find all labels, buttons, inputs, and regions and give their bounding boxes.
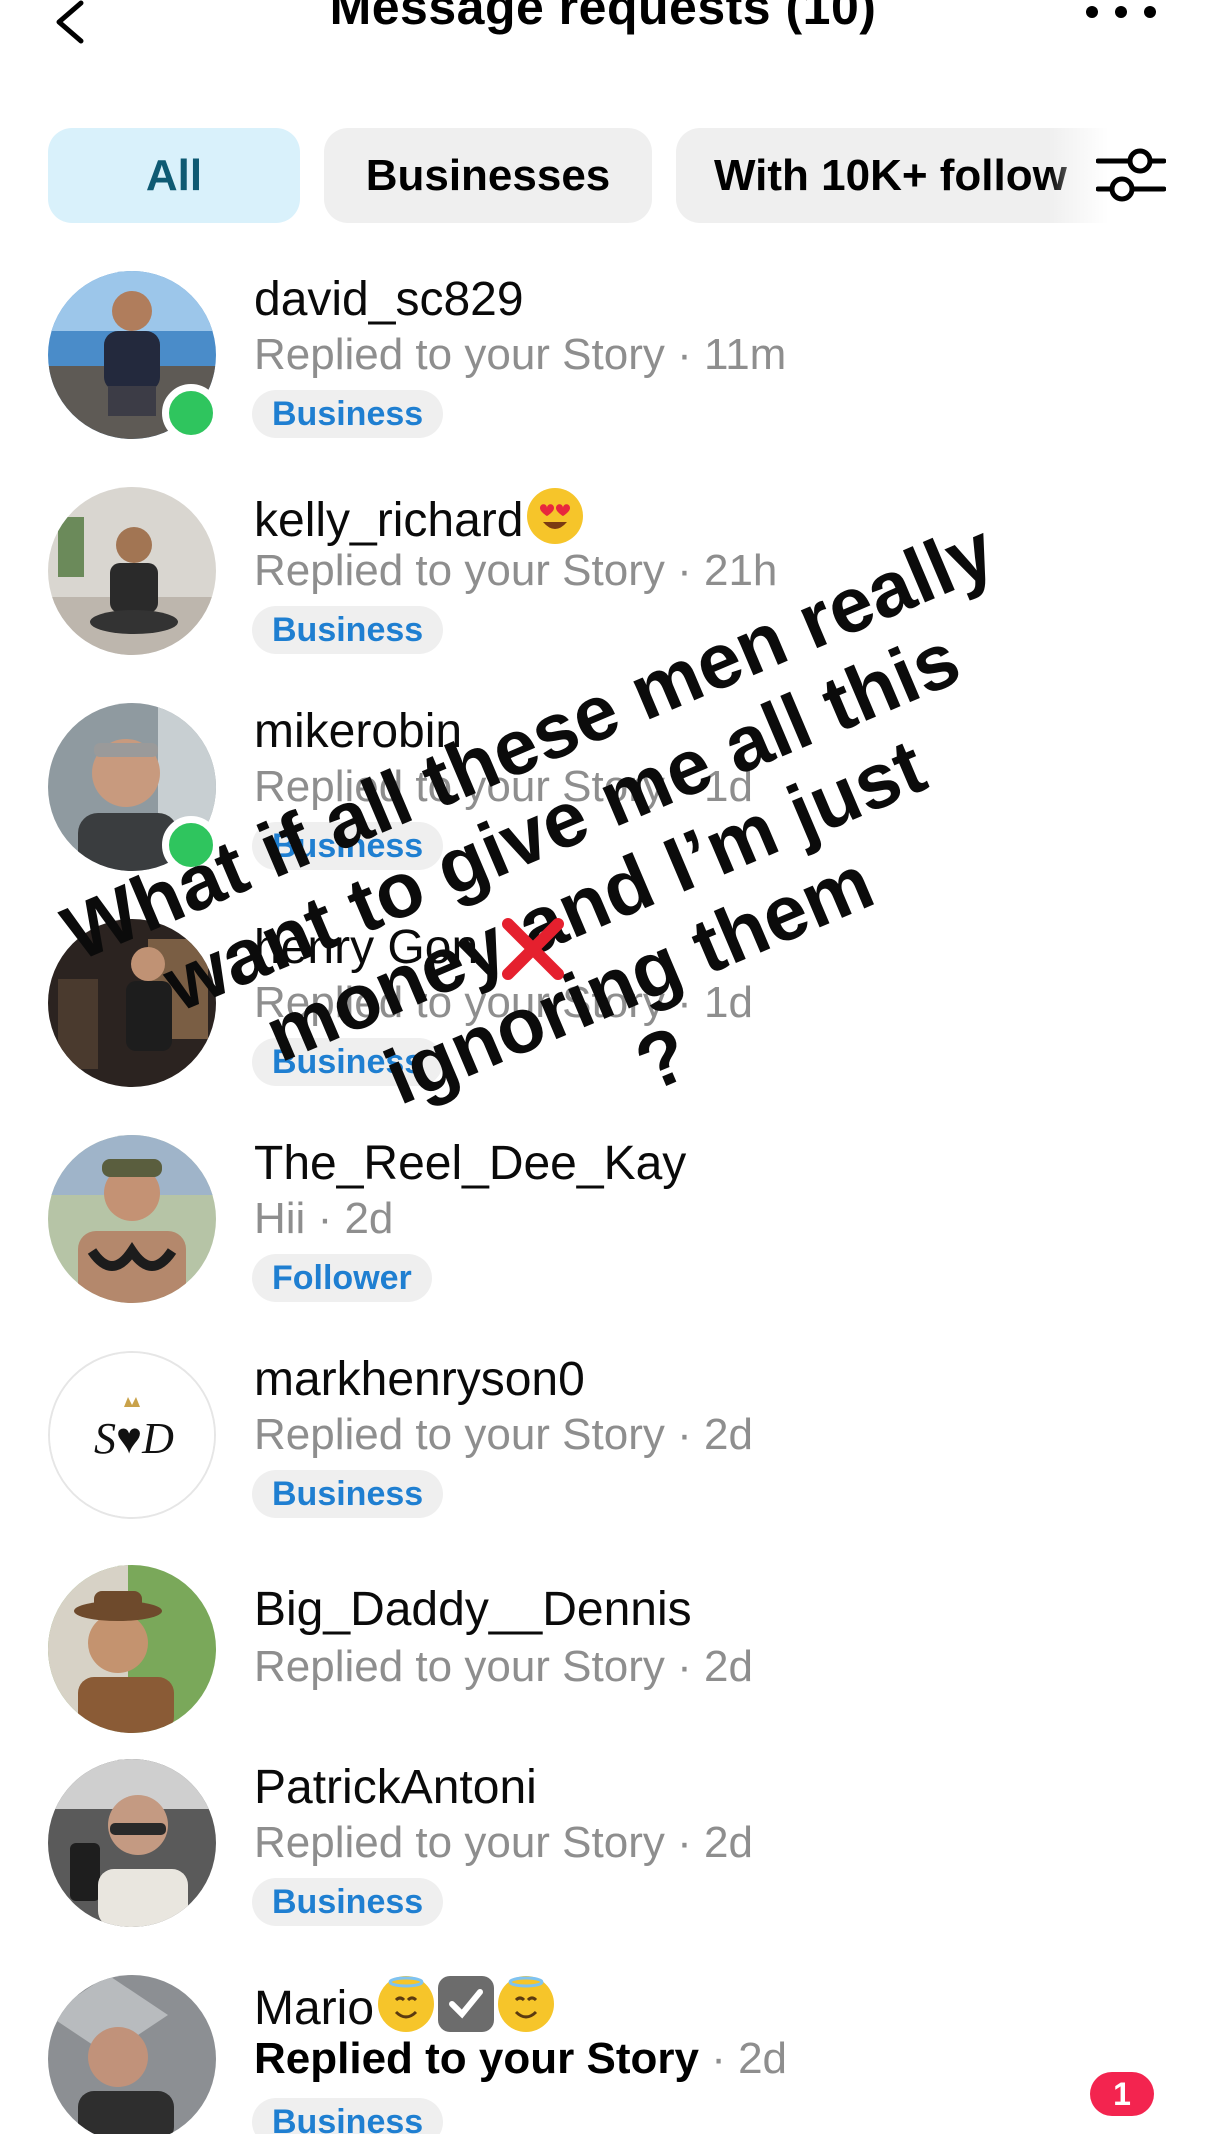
angel-emoji-icon bbox=[378, 1976, 435, 2032]
username: PatrickAntoni bbox=[254, 1761, 537, 1814]
message-preview: Replied to your Story · 2d bbox=[254, 1642, 753, 1692]
list-item[interactable]: mikerobin Replied to your Story · 1d Bus… bbox=[0, 700, 1206, 890]
timestamp: · 1d bbox=[677, 762, 753, 811]
username-text: kelly_richard bbox=[254, 494, 524, 547]
preview-text: Replied to your Story bbox=[254, 546, 665, 595]
page-title: Message requests (10) bbox=[329, 0, 877, 35]
message-preview: Replied to your Story · 2d bbox=[254, 1410, 753, 1460]
timestamp: · 21h bbox=[677, 546, 778, 595]
account-type-badge: Business bbox=[252, 390, 444, 438]
preview-text: Replied to your Story bbox=[254, 330, 665, 379]
avatar bbox=[48, 919, 216, 1087]
message-preview: Replied to your Story · 2d bbox=[254, 2034, 787, 2084]
timestamp: · 2d bbox=[677, 1642, 753, 1691]
username: The_Reel_Dee_Kay bbox=[254, 1137, 687, 1190]
preview-text: Hii bbox=[254, 1194, 306, 1243]
username: markhenryson0 bbox=[254, 1353, 585, 1406]
list-item[interactable]: The_Reel_Dee_Kay Hii · 2d Follower bbox=[0, 1132, 1206, 1322]
account-type-badge: Business bbox=[252, 1878, 444, 1926]
preview-text: Replied to your Story bbox=[254, 1410, 665, 1459]
filter-chip-businesses[interactable]: Businesses bbox=[324, 128, 652, 223]
heart-eyes-emoji-icon bbox=[527, 488, 584, 544]
more-options-button[interactable] bbox=[1086, 0, 1156, 32]
profile-photo-field bbox=[48, 1135, 216, 1303]
username: henry Gon bbox=[254, 921, 479, 974]
username: mikerobin bbox=[254, 705, 463, 758]
username: kelly_richard bbox=[254, 488, 584, 548]
username: david_sc829 bbox=[254, 273, 524, 326]
username: Big_Daddy__Dennis bbox=[254, 1583, 692, 1636]
unread-count-badge: 1 bbox=[1090, 2072, 1154, 2116]
preview-text: Replied to your Story bbox=[254, 978, 665, 1027]
account-type-badge: Follower bbox=[252, 1254, 432, 1302]
preview-text: Replied to your Story bbox=[254, 1818, 665, 1867]
checkbox-emoji-icon bbox=[438, 1976, 495, 2032]
profile-logo-sd: S♥D bbox=[50, 1353, 214, 1517]
timestamp: · 2d bbox=[677, 1818, 753, 1867]
avatar bbox=[48, 1759, 216, 1927]
online-status-dot bbox=[162, 384, 220, 442]
list-item[interactable]: PatrickAntoni Replied to your Story · 2d… bbox=[0, 1756, 1206, 1946]
account-type-badge: Business bbox=[252, 606, 444, 654]
avatar bbox=[48, 487, 216, 655]
timestamp: · 2d bbox=[677, 1410, 753, 1459]
username: Mario bbox=[254, 1976, 555, 2036]
filter-sliders-icon[interactable] bbox=[1096, 145, 1166, 205]
preview-text: Replied to your Story bbox=[254, 762, 665, 811]
list-item[interactable]: david_sc829 Replied to your Story · 11m … bbox=[0, 268, 1206, 458]
filter-bar: All Businesses With 10K+ follow bbox=[48, 128, 1158, 223]
avatar bbox=[48, 1975, 216, 2143]
message-preview: Replied to your Story · 2d bbox=[254, 1818, 753, 1868]
list-item[interactable]: henry Gon Replied to your Story · 1d Bus… bbox=[0, 916, 1206, 1106]
avatar bbox=[48, 1565, 216, 1733]
list-item[interactable]: S♥D markhenryson0 Replied to your Story … bbox=[0, 1348, 1206, 1538]
profile-photo-kitchen bbox=[48, 919, 216, 1087]
timestamp: · 2d bbox=[317, 1194, 394, 1243]
avatar: S♥D bbox=[48, 1351, 216, 1519]
filter-chip-all[interactable]: All bbox=[48, 128, 300, 223]
message-preview: Replied to your Story · 1d bbox=[254, 762, 753, 812]
preview-text: Replied to your Story bbox=[254, 2034, 699, 2083]
message-preview: Replied to your Story · 1d bbox=[254, 978, 753, 1028]
message-preview: Hii · 2d bbox=[254, 1194, 393, 1244]
avatar bbox=[48, 1135, 216, 1303]
profile-photo-mirror bbox=[48, 1759, 216, 1927]
top-bar: Message requests (10) bbox=[0, 0, 1206, 90]
preview-text: Replied to your Story bbox=[254, 1642, 665, 1691]
red-x-icon bbox=[502, 918, 564, 980]
profile-photo-office bbox=[48, 1975, 216, 2143]
account-type-badge: Business bbox=[252, 1470, 444, 1518]
online-status-dot bbox=[162, 816, 220, 874]
list-item[interactable]: Mario Replied to your Story · 2d Busines… bbox=[0, 1972, 1206, 2144]
more-dot-icon bbox=[1115, 6, 1127, 18]
message-preview: Replied to your Story · 11m bbox=[254, 330, 786, 380]
timestamp: · 11m bbox=[677, 330, 787, 379]
logo-text: S♥D bbox=[94, 1414, 174, 1463]
more-dot-icon bbox=[1086, 6, 1098, 18]
timestamp: · 1d bbox=[677, 978, 753, 1027]
profile-photo-hat bbox=[48, 1565, 216, 1733]
list-item[interactable]: kelly_richard Replied to your Story · 21… bbox=[0, 484, 1206, 674]
list-item[interactable]: Big_Daddy__Dennis Replied to your Story … bbox=[0, 1562, 1206, 1752]
angel-emoji-icon bbox=[498, 1976, 555, 2032]
more-dot-icon bbox=[1144, 6, 1156, 18]
account-type-badge: Business bbox=[252, 1038, 444, 1086]
bottom-edge bbox=[0, 2134, 1206, 2144]
message-preview: Replied to your Story · 21h bbox=[254, 546, 777, 596]
username-text: Mario bbox=[254, 1982, 375, 2035]
account-type-badge: Business bbox=[252, 822, 444, 870]
profile-photo-living-room bbox=[48, 487, 216, 655]
timestamp: · 2d bbox=[711, 2034, 788, 2083]
